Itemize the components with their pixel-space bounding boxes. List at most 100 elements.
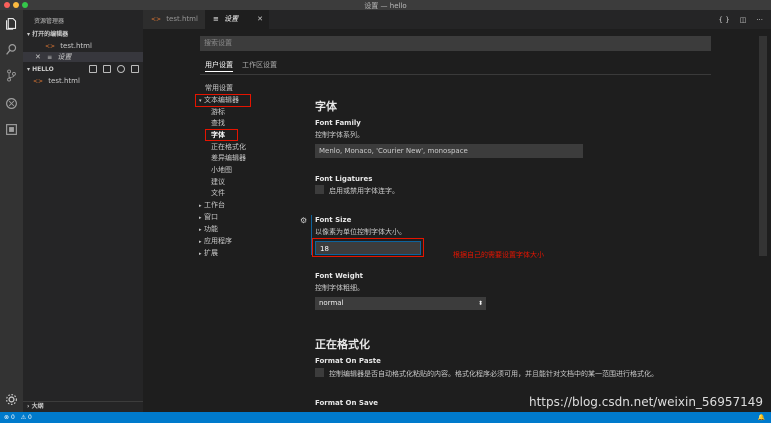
toc-item-extensions[interactable]: ▸ 扩展 (199, 249, 218, 259)
sidebar-title: 资源管理器 (34, 18, 65, 25)
new-folder-icon[interactable] (103, 65, 111, 73)
open-editor-item[interactable]: <> test.html (23, 41, 143, 51)
split-editor-icon[interactable]: ◫ (740, 16, 747, 24)
gear-icon[interactable]: ⚙ (300, 216, 307, 225)
tab-label: 设置 (224, 15, 239, 23)
font-family-input[interactable]: Menlo, Monaco, 'Courier New', monospace (315, 144, 583, 158)
error-icon[interactable]: ⊗ (4, 414, 9, 421)
chevron-down-icon: ▾ (27, 66, 31, 73)
toc-label: 工作台 (204, 201, 225, 209)
html-file-icon: <> (151, 16, 162, 23)
tab-user-settings[interactable]: 用户设置 (205, 60, 233, 72)
highlight-box-font-size (312, 238, 424, 257)
toc-label: 应用程序 (204, 237, 232, 245)
setting-desc-font-family: 控制字体系列。 (315, 131, 364, 139)
warning-icon[interactable]: ⚠ (21, 414, 26, 421)
explorer-icon[interactable] (4, 16, 19, 31)
file-tree-label: test.html (48, 77, 80, 85)
annotation-text: 根据自己的需要设置字体大小 (453, 251, 544, 259)
close-icon[interactable]: ✕ (35, 53, 41, 61)
setting-desc-font-size: 以像素为单位控制字体大小。 (315, 228, 406, 236)
chevron-right-icon: › (27, 403, 30, 410)
refresh-icon[interactable] (117, 65, 125, 73)
file-tree-item[interactable]: <> test.html (23, 76, 143, 86)
setting-name-font-ligatures: Font Ligatures (315, 175, 373, 183)
setting-name-font-weight: Font Weight (315, 272, 364, 280)
toc-item-find[interactable]: 查找 (211, 119, 225, 128)
toc-item-suggestions[interactable]: 建议 (211, 178, 225, 187)
toc-label: 窗口 (204, 213, 218, 221)
divider (200, 74, 711, 75)
chevron-updown-icon: ⬍ (477, 300, 483, 307)
editor-tab-bar: <> test.html ≡ 设置 ✕ { } ◫ ··· (143, 10, 771, 29)
more-actions-icon[interactable]: ··· (756, 16, 763, 24)
toc-item-minimap[interactable]: 小地图 (211, 166, 232, 175)
toc-label: 扩展 (204, 249, 218, 257)
toc-item-common[interactable]: 常用设置 (205, 84, 233, 93)
source-control-icon[interactable] (4, 68, 19, 83)
toc-item-cursor[interactable]: 游标 (211, 108, 225, 117)
html-file-icon: <> (33, 78, 44, 85)
section-title-font: 字体 (315, 100, 337, 113)
collapse-all-icon[interactable] (131, 65, 139, 73)
setting-name-format-on-save: Format On Save (315, 399, 379, 407)
highlight-box-text-editor (195, 94, 251, 107)
setting-desc-format-on-paste: 控制编辑器是否自动格式化粘贴的内容。格式化程序必须可用，并且能针对文档中的某一范… (329, 370, 658, 378)
setting-name-format-on-paste: Format On Paste (315, 357, 381, 365)
setting-desc-font-ligatures: 启用或禁用字体连字。 (329, 187, 399, 195)
toc-item-workbench[interactable]: ▸ 工作台 (199, 201, 225, 211)
settings-search-input[interactable]: 搜索设置 (200, 36, 711, 51)
open-editor-label: test.html (60, 42, 92, 50)
toc-item-features[interactable]: ▸ 功能 (199, 225, 218, 235)
toc-item-window[interactable]: ▸ 窗口 (199, 213, 218, 223)
folder-header[interactable]: ▾ HELLO (23, 65, 143, 75)
notification-bell-icon[interactable]: 🔔 (758, 412, 765, 423)
open-json-icon[interactable]: { } (719, 16, 730, 24)
folder-toolbar (89, 65, 139, 73)
setting-name-font-size: Font Size (315, 216, 352, 224)
folder-label: HELLO (32, 66, 54, 73)
outline-header[interactable]: › 大纲 (23, 401, 143, 412)
tab-test-html[interactable]: <> test.html (143, 10, 205, 29)
status-bar: ⊗ 0 ⚠ 0 🔔 (0, 412, 771, 423)
format-on-paste-checkbox[interactable] (315, 368, 324, 377)
warning-count[interactable]: 0 (28, 414, 32, 421)
html-file-icon: <> (45, 43, 56, 50)
settings-file-icon: ≡ (47, 54, 53, 61)
open-editors-label: 打开的编辑器 (32, 31, 69, 38)
error-count[interactable]: 0 (11, 414, 15, 421)
extensions-icon[interactable] (4, 122, 19, 137)
new-file-icon[interactable] (89, 65, 97, 73)
toc-item-diff-editor[interactable]: 差异编辑器 (211, 154, 246, 163)
tab-workspace-settings[interactable]: 工作区设置 (242, 60, 277, 72)
toc-item-files[interactable]: 文件 (211, 189, 225, 198)
open-editor-label: 设置 (57, 53, 72, 61)
close-icon[interactable]: ✕ (257, 10, 263, 29)
font-ligatures-checkbox[interactable] (315, 185, 324, 194)
editor-actions: { } ◫ ··· (719, 10, 763, 29)
font-weight-value: normal (319, 299, 344, 307)
toc-label: 功能 (204, 225, 218, 233)
highlight-box-font (205, 129, 238, 141)
open-editor-item[interactable]: ✕ ≡ 设置 (23, 52, 143, 62)
gear-icon[interactable] (4, 392, 19, 407)
tab-settings[interactable]: ≡ 设置 ✕ (205, 10, 269, 29)
setting-desc-font-weight: 控制字体粗细。 (315, 284, 364, 292)
font-weight-select[interactable]: normal ⬍ (315, 297, 486, 310)
explorer-sidebar: 资源管理器 ▾ 打开的编辑器 <> test.html ✕ ≡ 设置 ▾ HEL… (23, 10, 143, 412)
search-icon[interactable] (4, 42, 19, 57)
debug-icon[interactable] (4, 96, 19, 111)
toc-item-formatting[interactable]: 正在格式化 (211, 143, 246, 152)
setting-name-font-family: Font Family (315, 119, 361, 127)
settings-file-icon: ≡ (213, 15, 219, 23)
open-editors-header[interactable]: ▾ 打开的编辑器 (23, 30, 143, 40)
tab-label: test.html (166, 15, 198, 23)
toc-item-application[interactable]: ▸ 应用程序 (199, 237, 232, 247)
title-bar: 设置 — hello (0, 0, 771, 10)
watermark-text: https://blog.csdn.net/weixin_56957149 (528, 395, 763, 409)
outline-label: 大纲 (31, 403, 44, 410)
section-title-formatting: 正在格式化 (315, 338, 370, 351)
scrollbar-thumb[interactable] (759, 36, 767, 256)
chevron-down-icon: ▾ (27, 31, 31, 38)
activity-bar (0, 10, 23, 412)
